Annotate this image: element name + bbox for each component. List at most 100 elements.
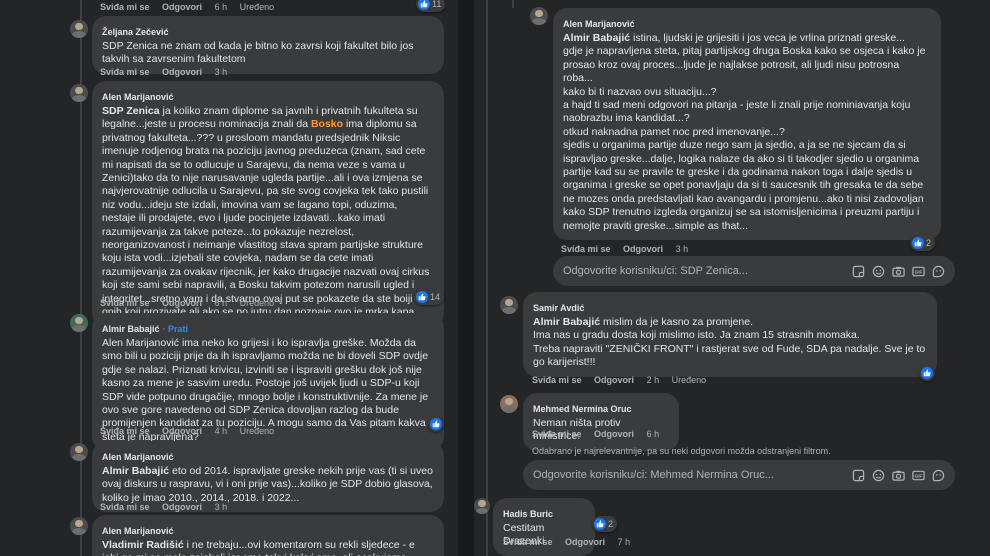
comment-author[interactable]: Hadis Buric — [503, 508, 553, 520]
comment-author[interactable]: Almir Babajić — [102, 323, 160, 335]
mention-link[interactable]: Almir Babajić — [102, 465, 169, 477]
avatar[interactable] — [500, 296, 518, 314]
comment-author[interactable]: Željana Zečević — [102, 26, 169, 38]
reply-box: GIF — [553, 256, 955, 286]
mention-link[interactable]: Almir Babajić — [533, 316, 600, 328]
reaction-count[interactable]: 14 — [414, 289, 445, 305]
like-link[interactable]: Sviđa mi se — [532, 429, 582, 439]
reply-link[interactable]: Odgovori — [162, 67, 202, 77]
reaction-count[interactable]: 2 — [910, 235, 936, 251]
reply-input[interactable] — [533, 469, 852, 481]
mention-link[interactable]: Vladimir Radišić — [102, 539, 184, 551]
reaction-count[interactable] — [428, 416, 444, 432]
reaction-count[interactable] — [919, 365, 935, 381]
highlighted-name[interactable]: Bosko — [311, 118, 343, 130]
comment-actions: Sviđa mi se Odgovori 3 h — [100, 67, 237, 77]
reply-link[interactable]: Odgovori — [565, 537, 605, 547]
reply-link[interactable]: Odgovori — [162, 2, 202, 12]
comment-time[interactable]: 6 h — [215, 2, 228, 12]
avatar[interactable] — [70, 20, 88, 38]
like-link[interactable]: Sviđa mi se — [100, 298, 150, 308]
avatar[interactable] — [530, 7, 548, 25]
comment-bubble: Hadis Buric Cestitam Drazenki — [493, 498, 595, 556]
sticker-face-icon[interactable] — [932, 469, 945, 482]
comment-bubble: Alen Marijanović Vladimir Radišić i ne t… — [92, 515, 444, 556]
sticker-face-icon[interactable] — [932, 265, 945, 278]
reply-link[interactable]: Odgovori — [594, 429, 634, 439]
reply-tools: GIF — [852, 265, 945, 278]
emoji-icon[interactable] — [872, 469, 885, 482]
mention-link[interactable]: Almir Babajić — [563, 32, 630, 44]
like-link[interactable]: Sviđa mi se — [100, 426, 150, 436]
comment-time[interactable]: 2 h — [647, 375, 660, 385]
comment-bubble: Alen Marijanović Almir Babajić istina, l… — [553, 8, 941, 241]
camera-icon[interactable] — [892, 265, 905, 278]
panel-gutter — [458, 0, 474, 556]
gif-icon[interactable]: GIF — [912, 469, 925, 482]
thread-line — [512, 0, 514, 8]
reply-link[interactable]: Odgovori — [162, 502, 202, 512]
svg-text:GIF: GIF — [915, 269, 923, 274]
comment-text: Almir Babajić istina, ljudski je grijesi… — [563, 32, 926, 232]
sticker-icon[interactable] — [852, 265, 865, 278]
comment-author[interactable]: Samir Avdić — [533, 302, 584, 314]
comment-text: SDP Zenica ne znam od kada je bitno ko z… — [102, 40, 414, 66]
avatar[interactable] — [70, 84, 88, 102]
reply-link[interactable]: Odgovori — [623, 244, 663, 254]
like-link[interactable]: Sviđa mi se — [503, 537, 553, 547]
reply-link[interactable]: Odgovori — [162, 298, 202, 308]
comment-time[interactable]: 4 h — [215, 426, 228, 436]
edited-label: Uređeno — [239, 426, 275, 436]
follow-link[interactable]: · Prati — [163, 324, 189, 334]
avatar[interactable] — [474, 498, 490, 514]
comment-actions: Sviđa mi se Odgovori 6 h — [532, 429, 669, 439]
comment-text: SDP Zenica ja koliko znam diplome sa jav… — [102, 105, 430, 318]
comment-author[interactable]: Alen Marijanović — [563, 18, 635, 30]
like-reaction-icon — [416, 291, 428, 303]
like-link[interactable]: Sviđa mi se — [100, 67, 150, 77]
comment-text: Almir Babajić mislim da je kasno za prom… — [533, 316, 926, 369]
gif-icon[interactable]: GIF — [912, 265, 925, 278]
comment-author[interactable]: Alen Marijanović — [102, 451, 174, 463]
comment-time[interactable]: 6 h — [647, 429, 660, 439]
like-reaction-icon — [418, 0, 430, 10]
comment-author[interactable]: Mehmed Nermina Oruc — [533, 403, 632, 415]
svg-text:GIF: GIF — [915, 473, 923, 478]
comment-actions: Sviđa mi se Odgovori 6 h Uređeno — [100, 298, 284, 308]
emoji-icon[interactable] — [872, 265, 885, 278]
comment-author[interactable]: Alen Marijanović — [102, 91, 174, 103]
comment-bubble: Mehmed Nermina Oruc Neman ništa protiv m… — [523, 393, 679, 451]
comment-time[interactable]: 3 h — [676, 244, 689, 254]
reply-link[interactable]: Odgovori — [594, 375, 634, 385]
edited-label: Uređeno — [671, 375, 707, 385]
filter-note: Odabrano je najrelevantnije, pa su neki … — [532, 446, 831, 456]
edited-label: Uređeno — [239, 2, 275, 12]
camera-icon[interactable] — [892, 469, 905, 482]
mention-link[interactable]: SDP Zenica — [102, 105, 160, 117]
reaction-count[interactable]: 11 — [416, 0, 446, 12]
like-link[interactable]: Sviđa mi se — [100, 502, 150, 512]
like-link[interactable]: Sviđa mi se — [100, 2, 150, 12]
edited-label: Uređeno — [239, 298, 275, 308]
like-link[interactable]: Sviđa mi se — [561, 244, 611, 254]
right-comment-panel: Alen Marijanović Almir Babajić istina, l… — [474, 0, 990, 556]
avatar[interactable] — [70, 443, 88, 461]
avatar[interactable] — [70, 517, 88, 535]
avatar[interactable] — [70, 314, 88, 332]
reply-box: GIF — [523, 460, 955, 490]
comment-bubble: Željana Zečević SDP Zenica ne znam od ka… — [92, 16, 444, 74]
avatar[interactable] — [500, 395, 518, 413]
comment-time[interactable]: 3 h — [215, 67, 228, 77]
reaction-count[interactable]: 2 — [592, 516, 618, 532]
like-link[interactable]: Sviđa mi se — [532, 375, 582, 385]
comment-actions: Sviđa mi se Odgovori 3 h — [561, 244, 698, 254]
left-comment-panel: Sviđa mi se Odgovori 6 h Uređeno 11 Želj… — [0, 0, 458, 556]
like-reaction-icon — [594, 518, 606, 530]
sticker-icon[interactable] — [852, 469, 865, 482]
comment-time[interactable]: 7 h — [618, 537, 631, 547]
reply-link[interactable]: Odgovori — [162, 426, 202, 436]
reply-input[interactable] — [563, 265, 852, 277]
comment-time[interactable]: 3 h — [215, 502, 228, 512]
comment-time[interactable]: 6 h — [215, 298, 228, 308]
comment-author[interactable]: Alen Marijanović — [102, 525, 174, 537]
